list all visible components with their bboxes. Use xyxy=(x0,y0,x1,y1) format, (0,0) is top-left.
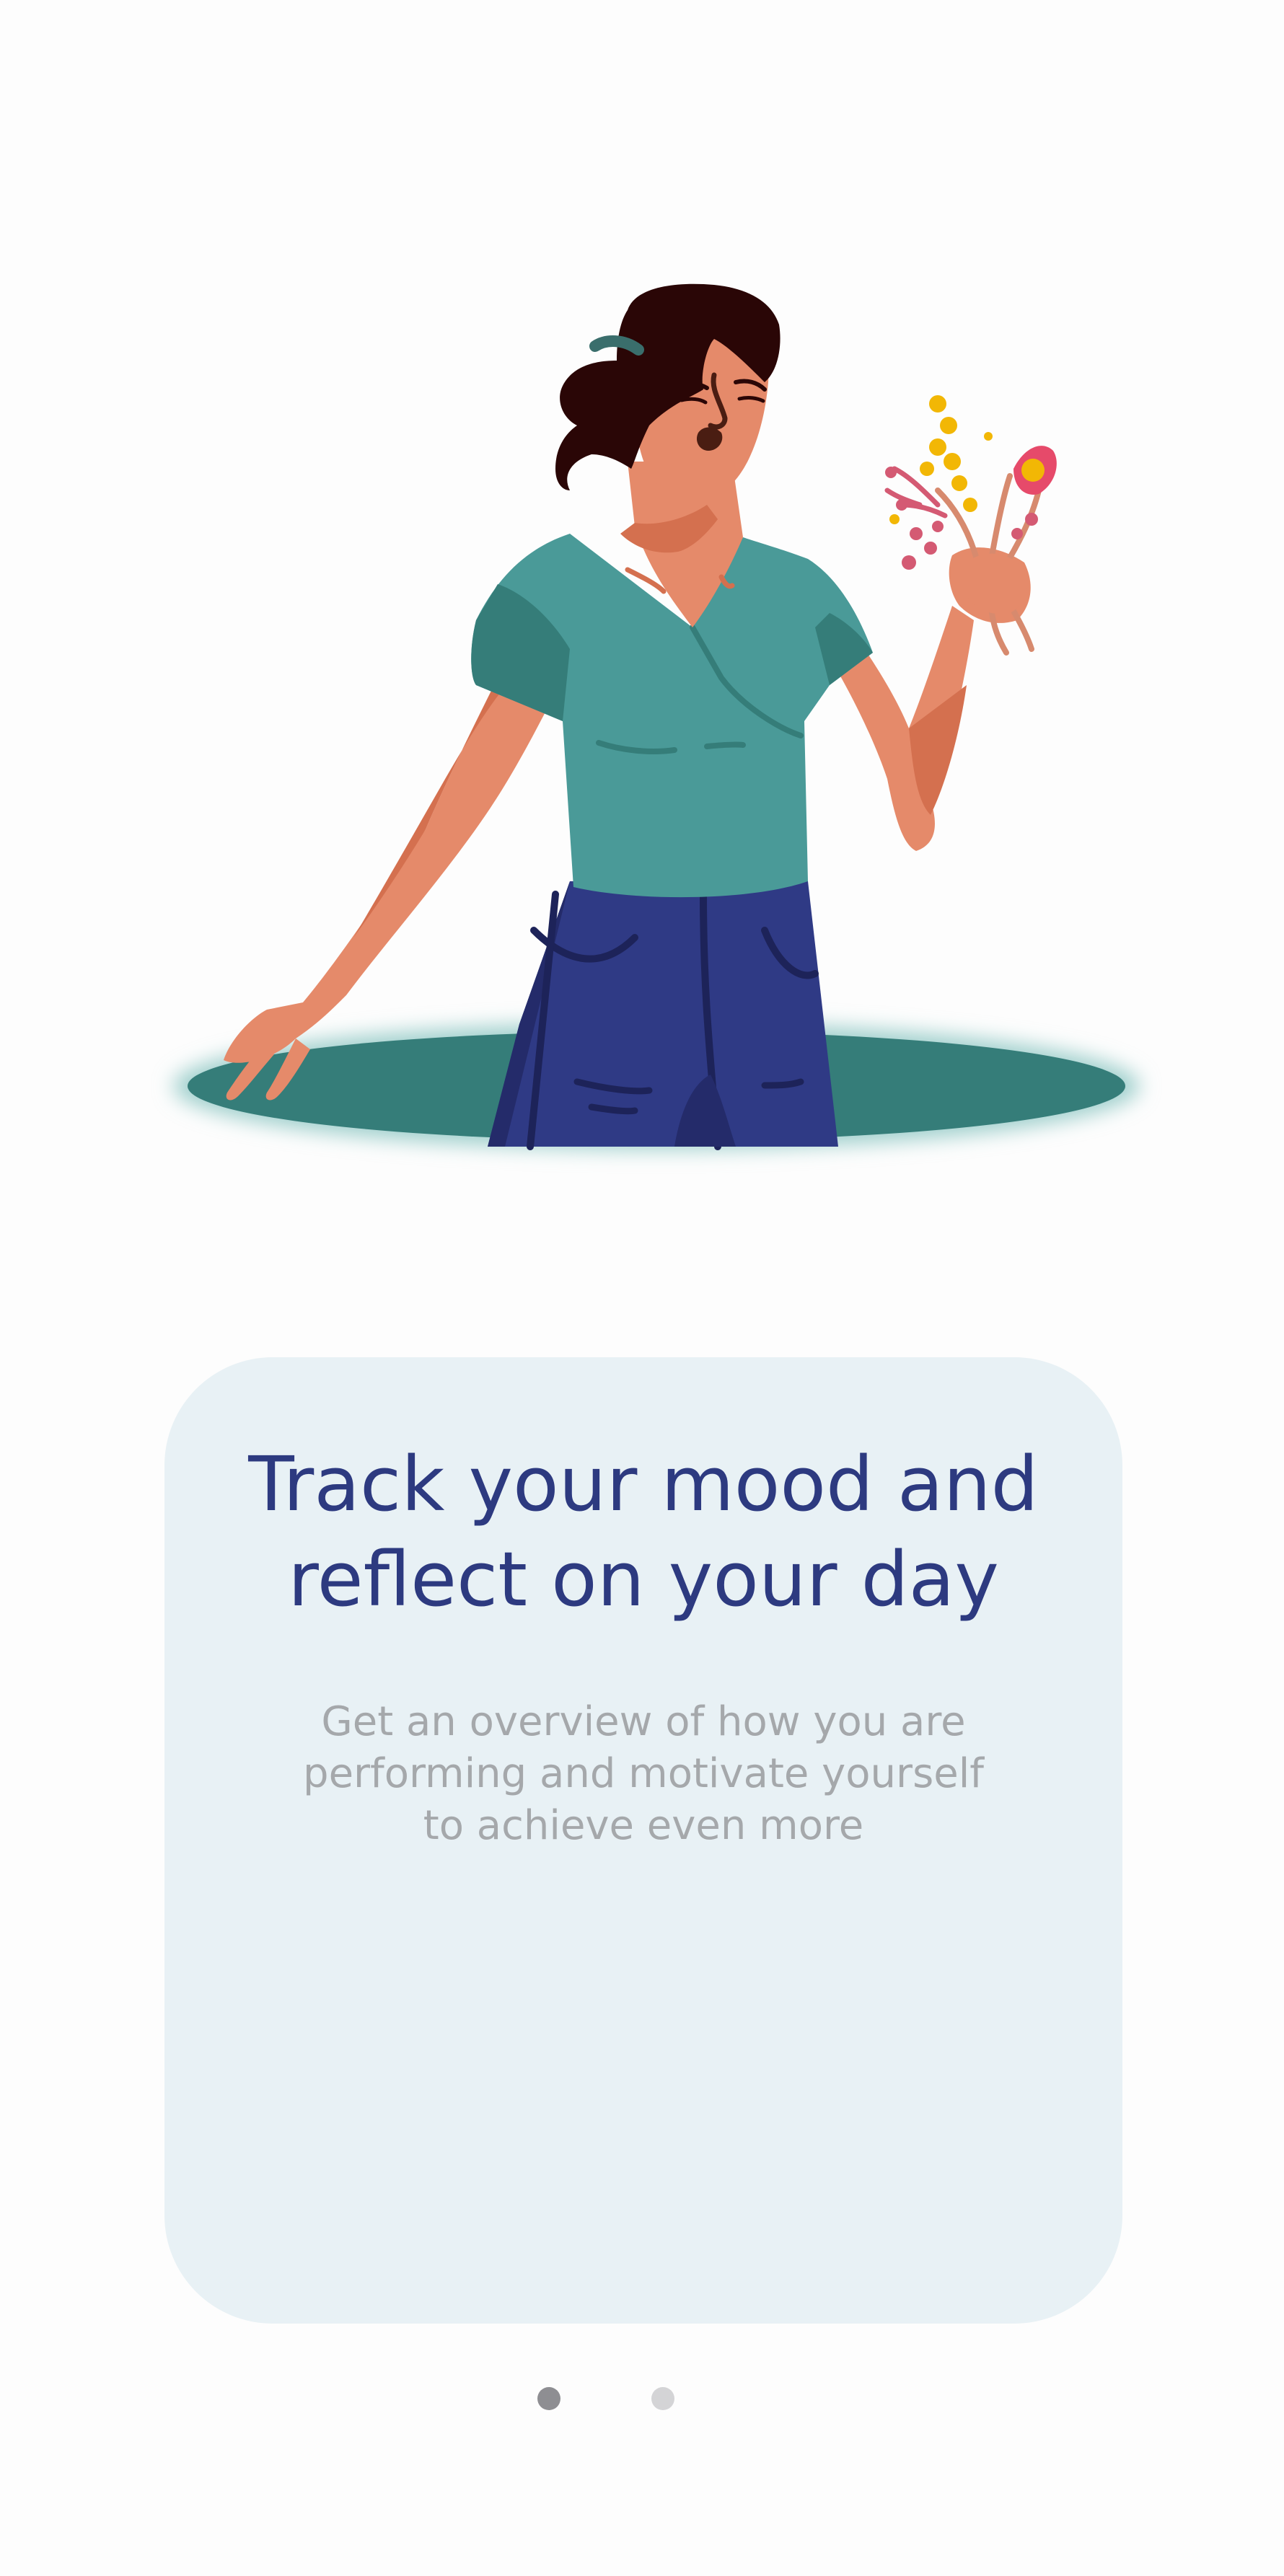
card-title: Track your mood and reflect on your day xyxy=(248,1440,1039,1623)
jeans-shape xyxy=(488,881,838,1150)
onboarding-card: Track your mood and reflect on your day … xyxy=(164,1357,1122,2324)
card-subtitle: Get an overview of how you are performin… xyxy=(303,1698,984,1849)
page-dot-inactive[interactable] xyxy=(651,2387,674,2410)
onboarding-illustration xyxy=(173,283,1140,1150)
page-indicator xyxy=(537,2387,682,2410)
page-dot-active[interactable] xyxy=(537,2387,560,2410)
